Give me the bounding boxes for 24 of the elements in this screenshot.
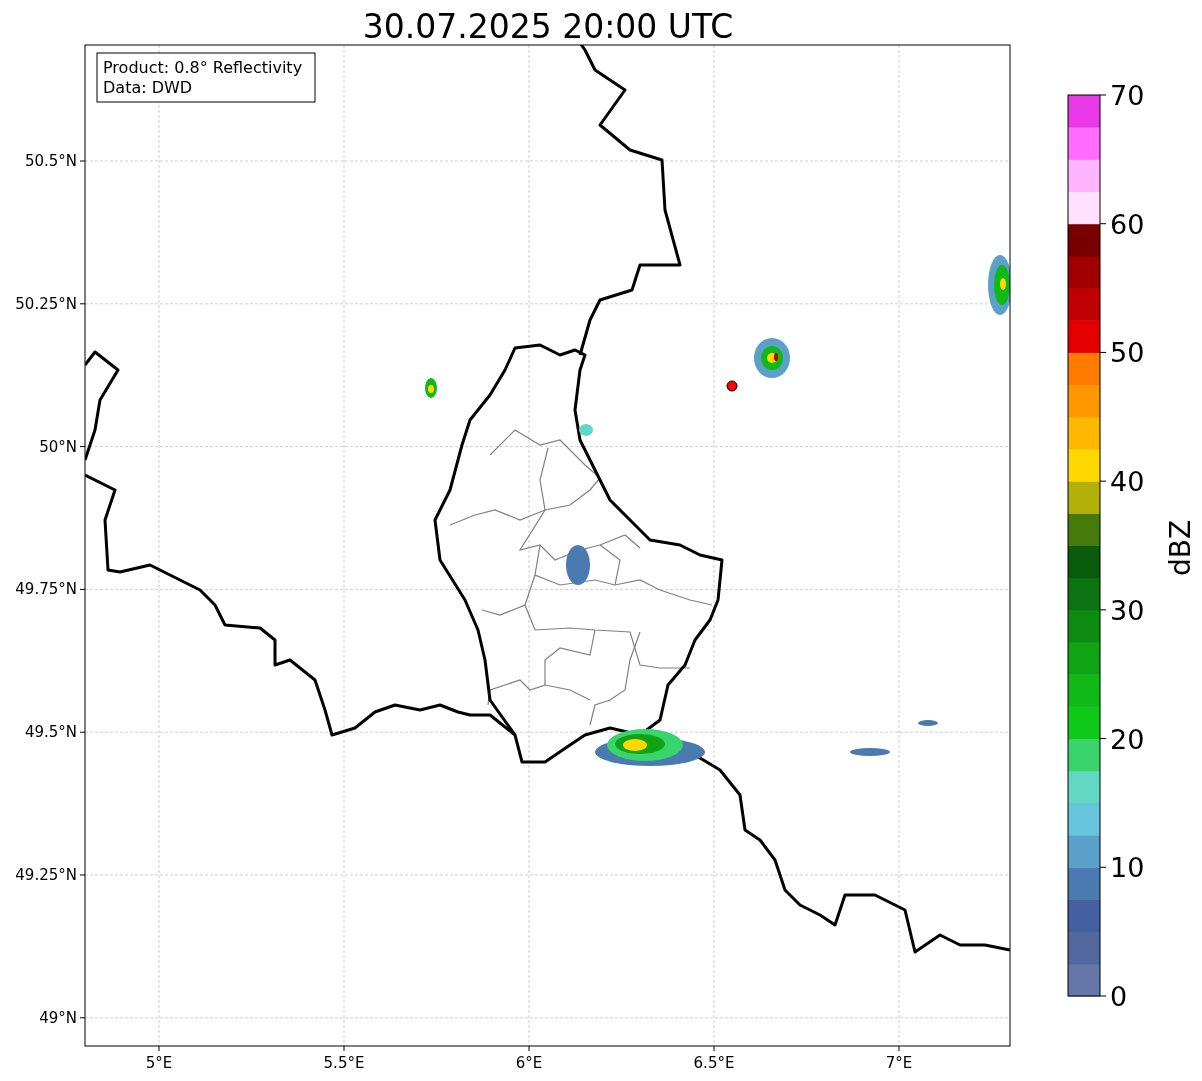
colorbar-label: dBZ [1164, 519, 1197, 577]
chart-title: 30.07.2025 20:00 UTC [362, 7, 734, 46]
info-text: Data: DWD [103, 78, 193, 97]
latitude-label: 50.5°N [24, 152, 77, 170]
colorbar-tick-label: 50 [1110, 337, 1145, 369]
latitude-label: 50.25°N [15, 294, 77, 313]
info-text: Product: 0.8° Reflectivity [103, 58, 303, 77]
latitude-label: 49.75°N [15, 580, 77, 599]
longitude-label: 7°E [885, 1054, 913, 1072]
longitude-label: 5.5°E [323, 1054, 365, 1072]
longitude-label: 5°E [145, 1054, 173, 1072]
colorbar-tick-label: 70 [1110, 80, 1145, 111]
latitude-label: 49°N [39, 1008, 77, 1027]
colorbar-tick-label: 60 [1110, 208, 1145, 240]
latitude-label: 50°N [39, 437, 77, 456]
colorbar-tick-label: 10 [1110, 852, 1145, 884]
longitude-label: 6.5°E [693, 1054, 735, 1072]
colorbar-tick-label: 0 [1110, 981, 1128, 1012]
colorbar-tick-label: 30 [1110, 594, 1145, 626]
colorbar-tick-label: 20 [1110, 723, 1145, 755]
longitude-label: 6°E [515, 1054, 543, 1072]
latitude-label: 49.25°N [15, 866, 77, 884]
colorbar-tick-label: 40 [1110, 466, 1145, 498]
latitude-label: 49.5°N [24, 723, 77, 742]
